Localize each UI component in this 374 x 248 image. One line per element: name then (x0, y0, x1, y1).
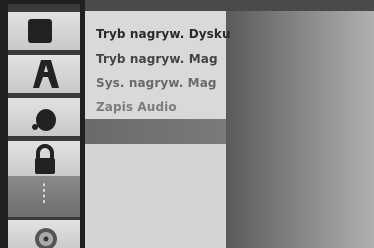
background-right (226, 11, 374, 248)
category-lock[interactable] (8, 141, 80, 179)
disc-icon (28, 19, 52, 43)
setup-screen: Tryb nagryw. Dysku Tryb nagryw. Mag Sys.… (0, 0, 374, 248)
menu-item-disc-record-mode[interactable]: Tryb nagryw. Dysku (96, 27, 231, 41)
lock-icon (35, 144, 55, 174)
recording-icon (43, 183, 45, 203)
setup-category-sidebar (8, 4, 80, 248)
category-recording[interactable] (8, 176, 80, 217)
category-language[interactable] (8, 55, 80, 93)
recording-menu-panel: Tryb nagryw. Dysku Tryb nagryw. Mag Sys.… (85, 11, 231, 119)
menu-item-tape-record-system[interactable]: Sys. nagryw. Mag (96, 76, 217, 90)
background-mid (85, 119, 226, 144)
category-audio[interactable] (8, 98, 80, 136)
menu-item-tape-record-mode[interactable]: Tryb nagryw. Mag (96, 52, 218, 66)
options-panel (85, 144, 226, 248)
background-top (85, 0, 374, 11)
menu-item-audio-recording[interactable]: Zapis Audio (96, 100, 177, 114)
others-icon (35, 228, 57, 248)
category-disc[interactable] (8, 12, 80, 50)
category-others[interactable] (8, 220, 80, 248)
audio-icon (32, 109, 56, 131)
language-icon (33, 60, 59, 88)
